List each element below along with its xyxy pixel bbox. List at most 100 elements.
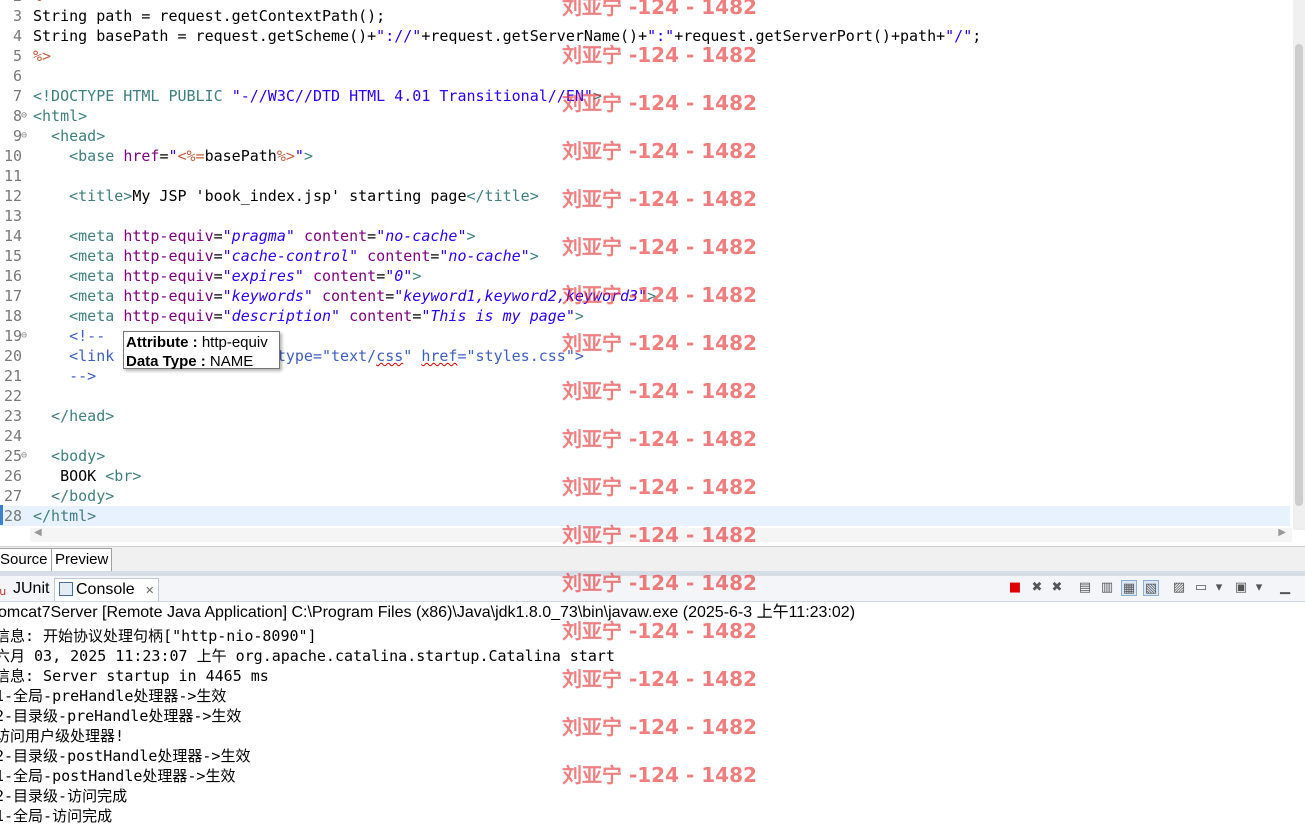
code-token: <base (33, 147, 124, 165)
code-line[interactable]: 5 %> (0, 46, 1290, 66)
code-text: <base href="<%=basePath%>"> (33, 146, 313, 166)
tab-source[interactable]: Source (0, 548, 52, 572)
scroll-left-icon[interactable]: ◀ (34, 527, 42, 538)
code-line[interactable]: 18 <meta http-equiv="description" conten… (0, 306, 1290, 326)
display-selected-console-icon[interactable]: ▭ (1193, 580, 1209, 596)
line-number: 15 (3, 247, 22, 265)
fold-toggle-icon[interactable]: ⊖ (21, 326, 27, 346)
remove-all-terminated-icon[interactable]: ✖ (1049, 580, 1065, 596)
console-line: 1-全局-preHandle处理器->生效 (0, 687, 227, 705)
vertical-scrollbar[interactable] (1293, 0, 1305, 530)
clear-console-icon[interactable]: ▤ (1077, 580, 1093, 596)
line-number: 6 (12, 67, 22, 85)
console-line: 1-全局-访问完成 (0, 807, 113, 825)
open-console-dropdown-icon[interactable]: ▾ (1251, 580, 1267, 596)
code-line[interactable]: 25 ⊖ <body> (0, 446, 1290, 466)
code-text: <meta http-equiv="keywords" content="key… (33, 286, 656, 306)
code-line[interactable]: 27 </body> (0, 486, 1290, 506)
code-text: </head> (33, 406, 114, 426)
console-output[interactable]: 信息: 开始协议处理句柄["http-nio-8090"] 六月 03, 2025… (0, 626, 615, 826)
show-console-on-output-icon[interactable]: ▧ (1143, 580, 1159, 596)
code-line[interactable]: 16 <meta http-equiv="expires" content="0… (0, 266, 1290, 286)
line-number: 21 (3, 367, 22, 385)
code-editor[interactable]: 2%>3String path = request.getContextPath… (0, 0, 1305, 545)
code-token: css (376, 347, 404, 365)
code-line[interactable]: 23 </head> (0, 406, 1290, 426)
junit-icon: Ju (0, 585, 7, 598)
fold-toggle-icon[interactable]: ⊖ (21, 126, 27, 146)
code-token: <%= (177, 147, 205, 165)
vertical-scroll-thumb[interactable] (1295, 44, 1303, 506)
tab-preview[interactable]: Preview (51, 548, 113, 572)
code-token: <meta (33, 267, 124, 285)
code-text: <title>My JSP 'book_index.jsp' starting … (33, 186, 539, 206)
pin-console-icon[interactable]: ▨ (1171, 580, 1187, 596)
code-token: <meta (33, 307, 124, 325)
code-token: ":" (647, 27, 675, 45)
code-line[interactable]: 3 String path = request.getContextPath(); (0, 6, 1290, 26)
code-token: <meta (33, 227, 124, 245)
fold-toggle-icon[interactable]: ⊖ (21, 106, 27, 126)
code-text: String basePath = request.getScheme()+":… (33, 26, 981, 46)
code-token: <!DOCTYPE HTML PUBLIC (33, 87, 232, 105)
code-line[interactable]: 10 <base href="<%=basePath%>"> (0, 146, 1290, 166)
code-line[interactable]: 7 <!DOCTYPE HTML PUBLIC "-//W3C//DTD HTML… (0, 86, 1290, 106)
line-number: 19 (3, 327, 22, 345)
code-line[interactable]: 12 <title>My JSP 'book_index.jsp' starti… (0, 186, 1290, 206)
horizontal-scrollbar[interactable]: ◀ ▶ (30, 527, 1292, 542)
console-line: 2-目录级-postHandle处理器->生效 (0, 747, 251, 765)
code-token: > (647, 287, 657, 305)
code-text: <link rel="stylesheet" type="text/css" h… (33, 346, 584, 366)
code-line[interactable]: 14 <meta http-equiv="pragma" content="no… (0, 226, 1290, 246)
code-token: " (294, 147, 304, 165)
code-line[interactable]: 4 String basePath = request.getScheme()+"… (0, 26, 1290, 46)
terminate-icon[interactable]: ■ (1007, 580, 1023, 596)
code-line[interactable]: 11 (0, 166, 1290, 186)
code-token: > (574, 307, 584, 325)
code-text: <meta http-equiv="cache-control" content… (33, 246, 539, 266)
code-token: > (529, 247, 539, 265)
code-line[interactable]: 6 (0, 66, 1290, 86)
code-line[interactable]: 15 <meta http-equiv="cache-control" cont… (0, 246, 1290, 266)
code-line[interactable]: 8 ⊖ <html> (0, 106, 1290, 126)
code-line[interactable]: 28 </html> (0, 506, 1290, 526)
line-number: 27 (3, 487, 22, 505)
code-token: </title> (466, 187, 539, 205)
code-token: = (367, 227, 377, 245)
word-wrap-icon[interactable]: ▦ (1121, 580, 1137, 596)
code-token: = (213, 267, 223, 285)
close-icon[interactable]: ✕ (145, 584, 154, 597)
code-token: "description" (222, 307, 341, 325)
display-dropdown-icon[interactable]: ▾ (1211, 580, 1227, 596)
line-number: 14 (3, 227, 22, 245)
code-text: <meta http-equiv="expires" content="0"> (33, 266, 421, 286)
minimize-icon[interactable]: ▁ (1277, 580, 1293, 596)
launch-description: omcat7Server [Remote Java Application] C… (0, 604, 856, 621)
code-token: +request.getServerPort()+path+ (674, 27, 946, 45)
code-line[interactable]: 13 (0, 206, 1290, 226)
scroll-right-icon[interactable]: ▶ (1278, 527, 1286, 538)
tab-junit[interactable]: Ju JUnit (0, 578, 49, 600)
code-token: http-equiv (123, 267, 214, 285)
tab-console[interactable]: Console ✕ (54, 578, 160, 601)
code-token: %> (276, 147, 295, 165)
code-line[interactable]: 9 ⊖ <head> (0, 126, 1290, 146)
code-token: = (213, 307, 223, 325)
code-line[interactable]: 24 (0, 426, 1290, 446)
code-token: http-equiv (123, 247, 214, 265)
remove-launch-icon[interactable]: ✖ (1029, 580, 1045, 596)
line-number: 28 (3, 507, 22, 525)
scroll-lock-icon[interactable]: ▥ (1099, 580, 1115, 596)
code-line[interactable]: 26 BOOK <br> (0, 466, 1290, 486)
code-line[interactable]: 17 <meta http-equiv="keywords" content="… (0, 286, 1290, 306)
open-console-icon[interactable]: ▣ (1233, 580, 1249, 596)
code-line[interactable]: 22 (0, 386, 1290, 406)
fold-toggle-icon[interactable]: ⊖ (21, 446, 27, 466)
line-number: 18 (3, 307, 22, 325)
console-line: 六月 03, 2025 11:23:07 上午 org.apache.catal… (0, 647, 615, 665)
code-text: <html> (33, 106, 87, 126)
view-tabs: Ju JUnit Console ✕ ■ ✖ ✖ ▤ ▥ ▦ ▧ ▨ ▭ ▾ ▣ … (0, 576, 1305, 602)
code-token: <body> (33, 447, 106, 465)
